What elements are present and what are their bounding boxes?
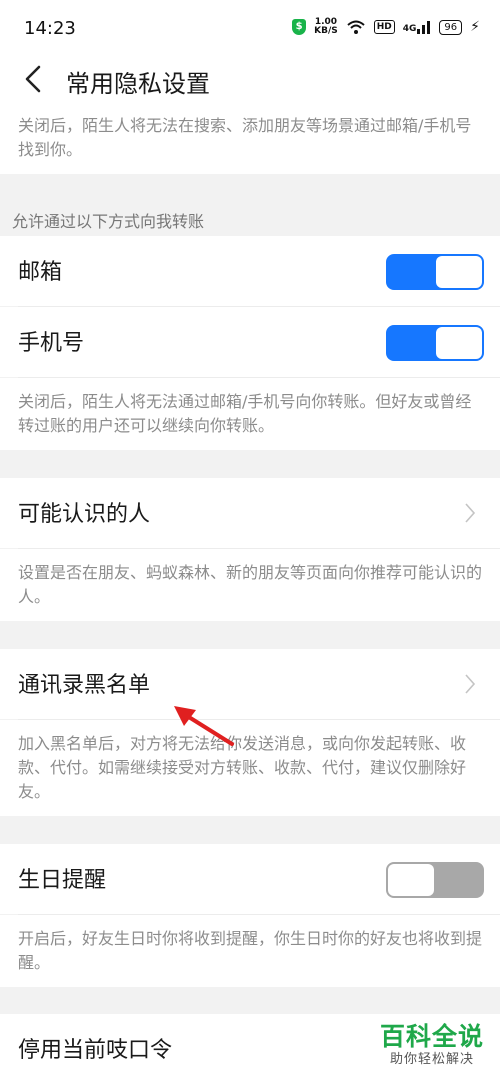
battery-level: 96 xyxy=(439,19,463,35)
security-shield-icon: $ xyxy=(292,19,307,35)
birthday-description-block: 开启后，好友生日时你将收到提醒，你生日时你的好友也将收到提醒。 xyxy=(0,915,500,987)
status-bar: 14:23 $ 1.00 KB/S HD 4G 96 ⚡ xyxy=(0,0,500,56)
watermark-subtitle: 助你轻松解决 xyxy=(389,1052,474,1067)
email-toggle[interactable] xyxy=(386,254,484,290)
toggle-knob xyxy=(436,327,482,359)
people-description: 设置是否在朋友、蚂蚁森林、新的朋友等页面向你推荐可能认识的人。 xyxy=(18,563,483,606)
contacts-blacklist-label: 通讯录黑名单 xyxy=(18,673,151,698)
search-description-block: 关闭后，陌生人将无法在搜索、添加朋友等场景通过邮箱/手机号找到你。 xyxy=(0,106,500,174)
status-time: 14:23 xyxy=(24,18,76,39)
annotation-arrow-icon xyxy=(174,706,234,746)
phone-label: 手机号 xyxy=(18,331,85,356)
email-label: 邮箱 xyxy=(18,260,63,285)
people-you-may-know-row[interactable]: 可能认识的人 xyxy=(0,478,500,548)
transfer-section-label: 允许通过以下方式向我转账 xyxy=(12,212,205,231)
network-speed-unit: KB/S xyxy=(314,26,338,36)
signal-bars-icon xyxy=(417,21,431,34)
chevron-right-icon xyxy=(465,503,476,523)
phone-toggle[interactable] xyxy=(386,325,484,361)
watermark-logo: 百科全说 助你轻松解决 xyxy=(380,1022,484,1068)
search-description: 关闭后，陌生人将无法在搜索、添加朋友等场景通过邮箱/手机号找到你。 xyxy=(18,116,472,159)
page-title: 常用隐私设置 xyxy=(66,70,210,98)
toggle-knob xyxy=(436,256,482,288)
hd-badge: HD xyxy=(373,20,395,34)
phone-row: 手机号 xyxy=(0,307,500,377)
signal-type: 4G xyxy=(402,24,417,34)
network-speed: 1.00 KB/S xyxy=(314,18,338,36)
back-arrow-icon[interactable] xyxy=(22,64,46,94)
nav-header: 常用隐私设置 xyxy=(0,56,500,106)
transfer-description: 关闭后，陌生人将无法通过邮箱/手机号向你转账。但好友或曾经转过账的用户还可以继续… xyxy=(18,392,472,435)
transfer-description-block: 关闭后，陌生人将无法通过邮箱/手机号向你转账。但好友或曾经转过账的用户还可以继续… xyxy=(0,378,500,450)
disable-code-label: 停用当前吱口令 xyxy=(18,1038,173,1063)
status-icons: $ 1.00 KB/S HD 4G 96 ⚡ xyxy=(292,18,480,36)
cellular-signal: 4G xyxy=(403,20,432,34)
wifi-icon xyxy=(347,20,365,34)
people-you-may-know-label: 可能认识的人 xyxy=(18,502,151,527)
chevron-right-icon xyxy=(465,674,476,694)
email-row: 邮箱 xyxy=(0,236,500,306)
toggle-knob xyxy=(388,864,434,896)
birthday-description: 开启后，好友生日时你将收到提醒，你生日时你的好友也将收到提醒。 xyxy=(18,929,483,972)
watermark-title: 百科全说 xyxy=(379,1022,484,1051)
birthday-reminder-row: 生日提醒 xyxy=(0,844,500,914)
charging-icon: ⚡ xyxy=(470,19,480,35)
birthday-reminder-toggle[interactable] xyxy=(386,862,484,898)
birthday-reminder-label: 生日提醒 xyxy=(18,868,107,893)
people-description-block: 设置是否在朋友、蚂蚁森林、新的朋友等页面向你推荐可能认识的人。 xyxy=(0,549,500,621)
